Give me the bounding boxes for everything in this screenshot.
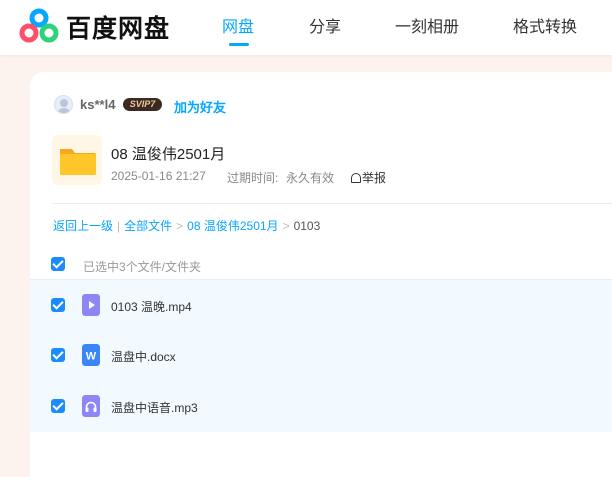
share-card: ks**l4 SVIP7 加为好友 08 温俊伟2501月 2025-01-16… (30, 72, 612, 477)
select-all-checkbox[interactable] (51, 257, 65, 271)
avatar-head (60, 99, 68, 107)
report-icon (351, 173, 361, 183)
breadcrumb: 返回上一级 | 全部文件 >08 温俊伟2501月 >0103 (53, 217, 320, 234)
nav-tab-album[interactable]: 一刻相册 (395, 13, 459, 37)
brand-name[interactable]: 百度网盘 (66, 9, 170, 45)
baidu-netdisk-logo[interactable] (19, 8, 59, 44)
file-name[interactable]: 温盘中语音.mp3 (111, 399, 198, 416)
expiry-value: 永久有效 (286, 171, 335, 185)
avatar[interactable] (54, 95, 73, 114)
breadcrumb-all-files[interactable]: 全部文件 (124, 219, 172, 233)
breadcrumb-back[interactable]: 返回上一级 (53, 219, 113, 233)
file-row[interactable]: 温盘中语音.mp3 (30, 381, 612, 432)
svip-badge: SVIP7 (123, 98, 162, 111)
folder-title: 08 温俊伟2501月 (111, 146, 226, 163)
breadcrumb-separator: > (176, 219, 184, 233)
nav-active-indicator (229, 43, 249, 46)
word-file-icon: W (82, 344, 100, 366)
report-button[interactable]: 举报 (351, 169, 386, 186)
add-friend-button[interactable]: 加为好友 (174, 97, 226, 116)
selection-count: 已选中3个文件/文件夹 (83, 260, 202, 274)
file-checkbox[interactable] (51, 298, 65, 312)
share-date: 2025-01-16 21:27 (111, 169, 206, 183)
audio-file-icon (82, 395, 100, 417)
folder-icon (60, 149, 96, 175)
file-checkbox[interactable] (51, 348, 65, 362)
report-label: 举报 (362, 171, 387, 185)
file-name[interactable]: 温盘中.docx (111, 348, 176, 365)
word-glyph: W (86, 351, 97, 363)
video-file-icon (82, 294, 100, 316)
file-row[interactable]: W 温盘中.docx (30, 330, 612, 381)
breadcrumb-separator: | (117, 219, 121, 233)
breadcrumb-folder[interactable]: 08 温俊伟2501月 (187, 219, 278, 233)
divider (52, 203, 612, 204)
file-row[interactable]: 0103 温晚.mp4 (30, 279, 612, 330)
file-checkbox[interactable] (51, 399, 65, 413)
file-name[interactable]: 0103 温晚.mp4 (111, 298, 192, 315)
folder-icon-box (52, 135, 102, 185)
sharer-username: ks**l4 (80, 97, 116, 112)
nav-tab-share[interactable]: 分享 (309, 13, 341, 37)
nav-tab-netdisk[interactable]: 网盘 (222, 13, 254, 37)
top-navigation-bar: 百度网盘 网盘 分享 一刻相册 格式转换 (0, 0, 612, 55)
nav-tab-format-convert[interactable]: 格式转换 (513, 13, 577, 37)
expiry-label: 过期时间: (227, 171, 279, 185)
breadcrumb-separator: > (282, 219, 290, 233)
breadcrumb-current: 0103 (293, 219, 321, 233)
avatar-body (57, 108, 71, 113)
